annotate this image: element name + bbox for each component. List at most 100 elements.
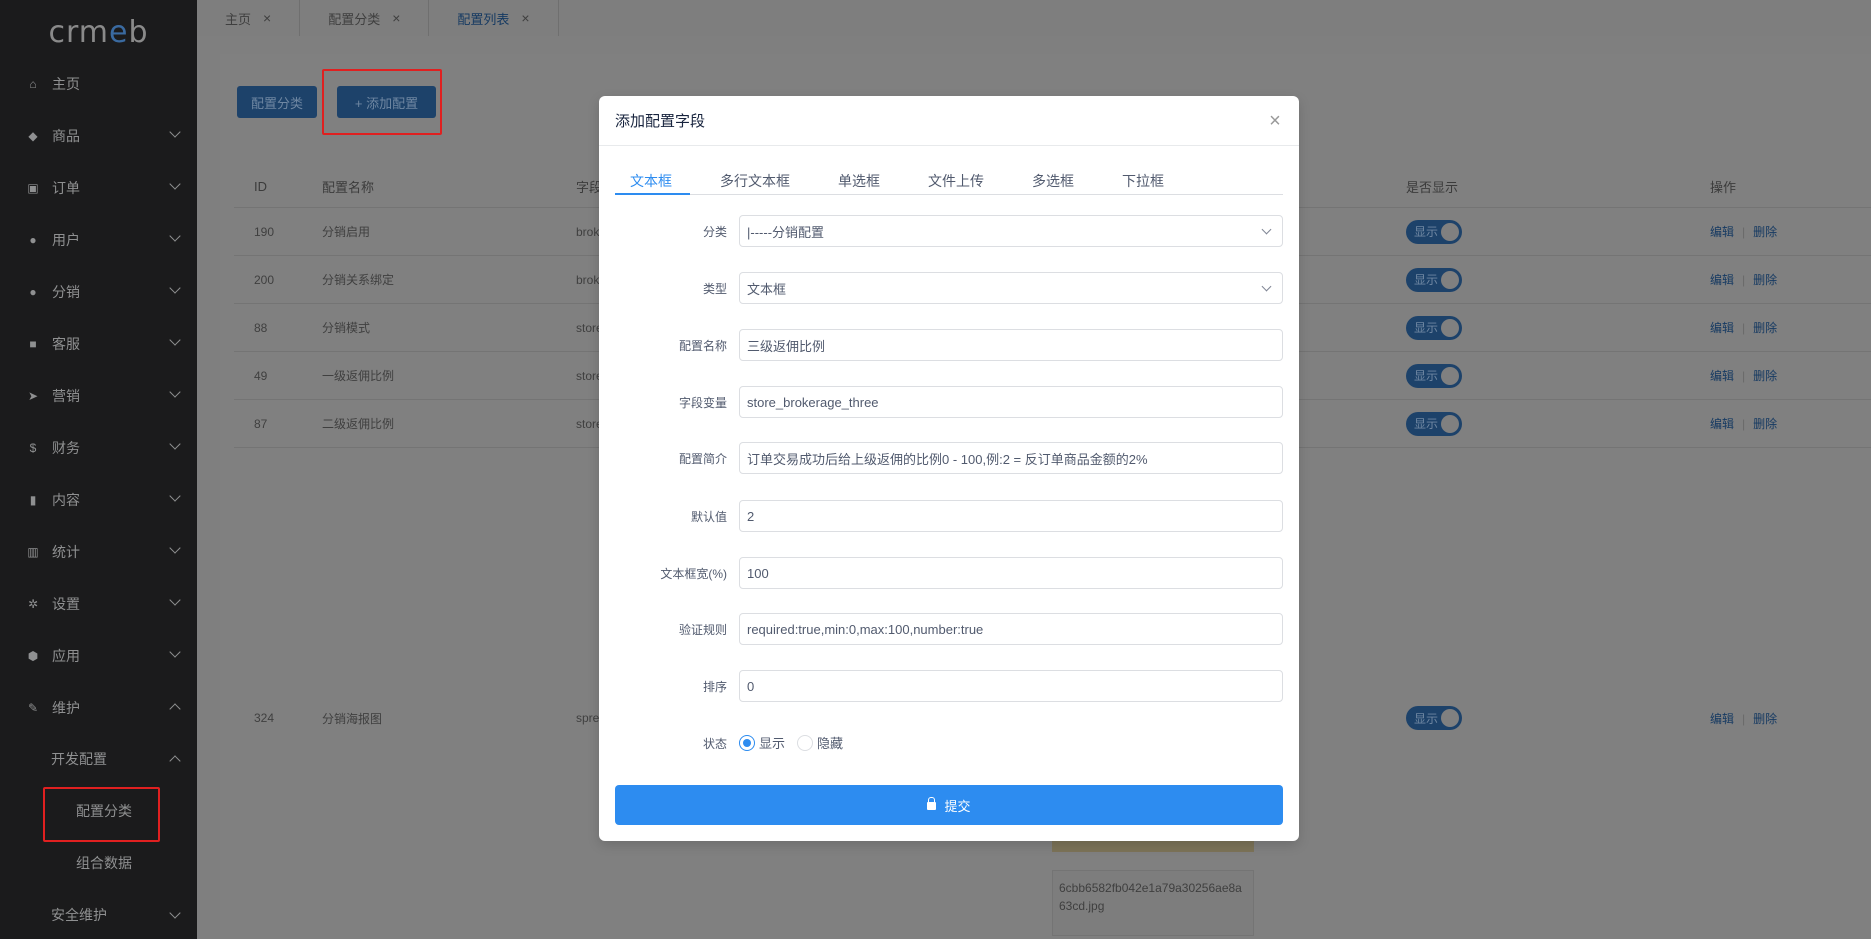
show-toggle[interactable]: 显示 — [1406, 315, 1462, 340]
row-actions: 编辑 | 删除 — [1710, 710, 1777, 727]
edit-link[interactable]: 编辑 — [1710, 273, 1734, 287]
chevron-down-icon — [1261, 224, 1272, 235]
select-value: |-----分销配置 — [747, 224, 825, 240]
category-select[interactable]: |-----分销配置 — [739, 215, 1283, 247]
chevron-up-icon — [169, 703, 181, 715]
cell-id: 324 — [254, 711, 275, 725]
sidebar-item-content[interactable]: ▮ 内容 — [0, 474, 197, 526]
show-toggle[interactable]: 显示 — [1406, 411, 1462, 436]
divider: | — [1742, 225, 1746, 239]
chevron-down-icon — [169, 230, 181, 242]
tab-home[interactable]: 主页 × — [197, 0, 301, 36]
tab-label: 配置列表 — [457, 11, 510, 27]
edit-link[interactable]: 编辑 — [1710, 321, 1734, 335]
sidebar-item-label: 维护 — [52, 700, 80, 716]
cell-field: brok — [576, 224, 600, 239]
package-icon: ⬢ — [27, 649, 39, 663]
sidebar-item-maintenance[interactable]: ✎ 维护 — [0, 682, 197, 734]
cell-id: 190 — [254, 224, 275, 239]
show-toggle[interactable]: 显示 — [1406, 706, 1462, 730]
type-select[interactable]: 文本框 — [739, 272, 1283, 304]
delete-link[interactable]: 删除 — [1753, 712, 1777, 726]
divider: | — [1742, 369, 1746, 383]
logo: crmeb — [48, 14, 149, 50]
sidebar-item-label: 分销 — [52, 284, 80, 300]
tab-config-category[interactable]: 配置分类 × — [300, 0, 430, 36]
cell-field: brok — [576, 272, 600, 287]
submit-button[interactable]: 提交 — [615, 785, 1283, 825]
tab-label: 配置分类 — [328, 11, 381, 27]
sidebar-item-finance[interactable]: $ 财务 — [0, 422, 197, 474]
sidebar-item-distribution[interactable]: ● 分销 — [0, 266, 197, 318]
cell-id: 87 — [254, 416, 268, 431]
close-icon[interactable]: × — [521, 10, 529, 26]
config-category-button[interactable]: 配置分类 — [237, 86, 317, 118]
radio-hide[interactable] — [797, 734, 814, 751]
sort-input[interactable]: 0 — [739, 670, 1283, 702]
default-value-input[interactable]: 2 — [739, 500, 1283, 532]
sidebar-item-product[interactable]: ◆ 商品 — [0, 110, 197, 162]
sidebar-item-statistics[interactable]: ▥ 统计 — [0, 526, 197, 578]
tab-textarea[interactable]: 多行文本框 — [720, 166, 790, 195]
chevron-up-icon — [169, 755, 181, 767]
sidebar-leaf-combo-data[interactable]: 组合数据 — [0, 837, 197, 889]
modal-header: 添加配置字段 × — [599, 96, 1299, 146]
chevron-down-icon — [169, 490, 181, 502]
edit-link[interactable]: 编辑 — [1710, 225, 1734, 239]
close-icon[interactable]: × — [392, 10, 400, 26]
close-icon[interactable]: × — [263, 10, 271, 26]
divider: | — [1742, 417, 1746, 431]
validation-rule-input[interactable]: required:true,min:0,max:100,number:true — [739, 613, 1283, 645]
sidebar-item-service[interactable]: ■ 客服 — [0, 318, 197, 370]
delete-link[interactable]: 删除 — [1753, 417, 1777, 431]
radio-show[interactable] — [739, 734, 755, 751]
config-desc-input[interactable]: 订单交易成功后给上级返佣的比例0 - 100,例:2 = 反订单商品金额的2% — [739, 442, 1283, 474]
tab-checkbox[interactable]: 多选框 — [1032, 166, 1074, 195]
delete-link[interactable]: 删除 — [1753, 369, 1777, 383]
show-toggle[interactable]: 显示 — [1406, 219, 1462, 244]
sidebar-item-label: 订单 — [52, 180, 80, 196]
close-icon[interactable]: × — [1265, 111, 1285, 131]
sidebar-item-apps[interactable]: ⬢ 应用 — [0, 630, 197, 682]
header-id: ID — [254, 179, 267, 194]
divider: | — [1742, 711, 1746, 726]
highlight-box-add — [322, 69, 442, 135]
tab-radio[interactable]: 单选框 — [838, 166, 880, 195]
tab-text[interactable]: 文本框 — [630, 166, 672, 195]
text-width-input[interactable]: 100 — [739, 557, 1283, 589]
sidebar-item-settings[interactable]: ✲ 设置 — [0, 578, 197, 630]
chevron-down-icon — [169, 438, 181, 450]
highlight-box-sidebar — [43, 787, 160, 842]
edit-link[interactable]: 编辑 — [1710, 417, 1734, 431]
delete-link[interactable]: 删除 — [1753, 273, 1777, 287]
delete-link[interactable]: 删除 — [1753, 225, 1777, 239]
tab-select[interactable]: 下拉框 — [1122, 166, 1164, 195]
sidebar-item-home[interactable]: ⌂ 主页 — [0, 58, 197, 110]
field-type-tabs: 文本框 多行文本框 单选框 文件上传 多选框 下拉框 — [615, 166, 1283, 195]
delete-link[interactable]: 删除 — [1753, 321, 1777, 335]
lock-icon — [927, 797, 937, 810]
edit-link[interactable]: 编辑 — [1710, 369, 1734, 383]
show-toggle[interactable]: 显示 — [1406, 363, 1462, 388]
field-var-input[interactable]: store_brokerage_three — [739, 386, 1283, 418]
poster-image-filename: 6cbb6582fb042e1a79a30256ae8a63cd.jpg — [1052, 870, 1254, 936]
sidebar-item-marketing[interactable]: ➤ 营销 — [0, 370, 197, 422]
cell-id: 49 — [254, 368, 268, 383]
tab-config-list[interactable]: 配置列表 × — [429, 0, 559, 36]
cell-id: 200 — [254, 272, 275, 287]
config-name-input[interactable]: 三级返佣比例 — [739, 329, 1283, 361]
tab-upload[interactable]: 文件上传 — [928, 166, 984, 195]
form-row-rule: 验证规则 required:true,min:0,max:100,number:… — [615, 613, 1283, 645]
sidebar-item-user[interactable]: ● 用户 — [0, 214, 197, 266]
sidebar-sub-security[interactable]: 安全维护 — [0, 889, 197, 939]
sidebar-sub-dev-config[interactable]: 开发配置 — [0, 733, 197, 785]
divider: | — [1742, 321, 1746, 335]
form-row-type: 类型 文本框 — [615, 272, 1283, 304]
cell-id: 88 — [254, 320, 268, 335]
form-row-status: 状态 显示 隐藏 — [615, 727, 1283, 759]
sidebar-item-order[interactable]: ▣ 订单 — [0, 162, 197, 214]
chevron-down-icon — [1261, 281, 1272, 292]
toggle-knob — [1441, 366, 1459, 385]
show-toggle[interactable]: 显示 — [1406, 267, 1462, 292]
edit-link[interactable]: 编辑 — [1710, 712, 1734, 726]
